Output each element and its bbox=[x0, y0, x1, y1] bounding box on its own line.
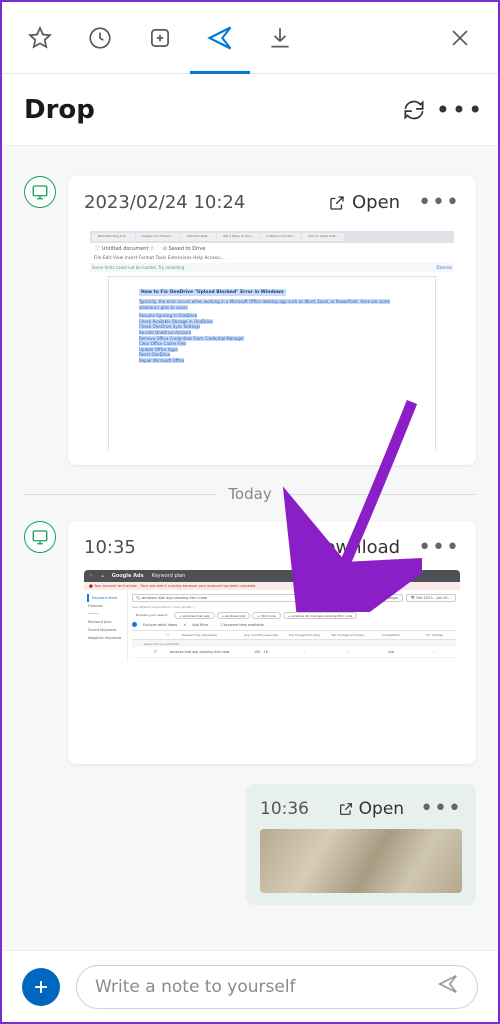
card-timestamp: 10:36 bbox=[260, 799, 328, 819]
send-icon[interactable] bbox=[437, 973, 459, 1000]
drop-card: 2023/02/24 10:24 Open ••• Brainstorming … bbox=[68, 176, 476, 465]
top-toolbar bbox=[2, 2, 498, 74]
doc-thumbnail[interactable]: Brainstorming & R…Google.com Extens…Add … bbox=[84, 225, 460, 451]
feed-row: 10:36 Open ••• bbox=[24, 784, 476, 905]
drop-card-small: 10:36 Open ••• bbox=[246, 784, 476, 905]
download-label: Download bbox=[311, 537, 400, 558]
card-more-icon[interactable]: ••• bbox=[418, 535, 460, 560]
date-separator: Today bbox=[24, 485, 476, 503]
refresh-icon[interactable] bbox=[398, 94, 430, 126]
open-label: Open bbox=[352, 192, 400, 213]
history-icon[interactable] bbox=[84, 22, 116, 54]
card-more-icon[interactable]: ••• bbox=[418, 190, 460, 215]
drop-send-icon[interactable] bbox=[204, 22, 236, 54]
composer-bar: Write a note to yourself bbox=[2, 950, 498, 1022]
open-button[interactable]: Open bbox=[328, 192, 400, 213]
more-icon[interactable]: ••• bbox=[444, 94, 476, 126]
device-avatar bbox=[24, 176, 56, 208]
card-timestamp: 2023/02/24 10:24 bbox=[84, 192, 316, 213]
feed-row: 10:35 Download ••• ✕▴Google AdsKeyword p… bbox=[24, 521, 476, 764]
add-button[interactable] bbox=[22, 968, 60, 1006]
drop-card: 10:35 Download ••• ✕▴Google AdsKeyword p… bbox=[68, 521, 476, 764]
card-timestamp: 10:35 bbox=[84, 537, 275, 558]
open-label: Open bbox=[359, 799, 404, 819]
favorites-icon[interactable] bbox=[24, 22, 56, 54]
feed-row: 2023/02/24 10:24 Open ••• Brainstorming … bbox=[24, 176, 476, 465]
message-feed: 2023/02/24 10:24 Open ••• Brainstorming … bbox=[2, 146, 498, 954]
card-more-icon[interactable]: ••• bbox=[420, 796, 462, 821]
note-input[interactable]: Write a note to yourself bbox=[76, 965, 478, 1009]
image-thumbnail[interactable] bbox=[260, 829, 462, 893]
note-placeholder: Write a note to yourself bbox=[95, 977, 296, 997]
collections-icon[interactable] bbox=[144, 22, 176, 54]
close-icon[interactable] bbox=[444, 22, 476, 54]
device-avatar bbox=[24, 521, 56, 553]
download-button[interactable]: Download bbox=[287, 537, 400, 558]
downloads-icon[interactable] bbox=[264, 22, 296, 54]
page-title: Drop bbox=[24, 95, 384, 125]
open-button[interactable]: Open bbox=[338, 799, 404, 819]
drop-header: Drop ••• bbox=[2, 74, 498, 146]
ads-thumbnail[interactable]: ✕▴Google AdsKeyword plan ⬤ Your account … bbox=[84, 570, 460, 750]
